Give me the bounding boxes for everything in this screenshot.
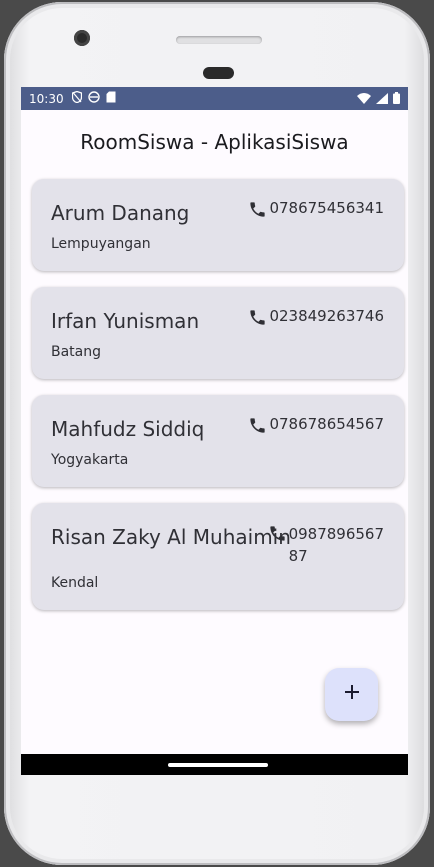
navigation-bar xyxy=(21,754,408,775)
student-phone: 0987896567 87 xyxy=(268,523,384,567)
student-card[interactable]: Arum Danang 078675456341 Lempuyangan xyxy=(32,179,404,271)
student-phone-number: 0987896567 87 xyxy=(289,523,384,567)
student-phone-number: 078675456341 xyxy=(269,199,384,217)
student-name: Irfan Yunisman xyxy=(51,309,200,333)
android-icon xyxy=(87,91,100,106)
student-list: Arum Danang 078675456341 Lempuyangan Irf… xyxy=(32,179,404,626)
battery-icon xyxy=(393,92,400,107)
phone-icon xyxy=(248,416,267,439)
student-city: Lempuyangan xyxy=(51,236,151,252)
app-title: RoomSiswa - AplikasiSiswa xyxy=(80,130,349,154)
student-phone: 078678654567 xyxy=(248,415,384,439)
plus-icon xyxy=(344,685,359,704)
student-phone-number: 078678654567 xyxy=(269,415,384,433)
proximity-sensor xyxy=(203,67,234,79)
student-card[interactable]: Irfan Yunisman 023849263746 Batang xyxy=(32,287,404,379)
phone-icon xyxy=(248,200,267,223)
wifi-icon xyxy=(357,92,371,107)
phone-icon xyxy=(268,524,287,547)
status-time: 10:30 xyxy=(29,91,64,106)
front-camera xyxy=(74,30,90,46)
student-phone-line-1: 0987896567 xyxy=(288,525,384,543)
privacy-icon xyxy=(71,90,82,106)
phone-icon xyxy=(248,308,267,331)
student-name: Risan Zaky Al Muhaimin xyxy=(51,525,291,549)
student-phone-line-2: 87 xyxy=(288,547,308,565)
app-screen: 10:30 RoomSiswa - AplikasiSiswa Arum Dan… xyxy=(21,87,408,775)
add-student-button[interactable] xyxy=(325,668,378,721)
status-bar: 10:30 xyxy=(21,87,408,110)
earpiece-speaker xyxy=(176,36,262,44)
student-name: Arum Danang xyxy=(51,201,190,225)
student-card[interactable]: Risan Zaky Al Muhaimin 0987896567 87 Ken… xyxy=(32,503,404,610)
sd-card-icon xyxy=(106,91,116,106)
student-name: Mahfudz Siddiq xyxy=(51,417,205,441)
student-city: Kendal xyxy=(51,575,99,591)
student-phone: 023849263746 xyxy=(248,307,384,331)
top-app-bar: RoomSiswa - AplikasiSiswa xyxy=(21,110,408,174)
home-gesture-handle[interactable] xyxy=(168,763,268,767)
signal-icon xyxy=(376,92,388,107)
student-city: Yogyakarta xyxy=(51,452,129,468)
student-phone-number: 023849263746 xyxy=(269,307,384,325)
student-card[interactable]: Mahfudz Siddiq 078678654567 Yogyakarta xyxy=(32,395,404,487)
student-city: Batang xyxy=(51,344,102,360)
student-phone: 078675456341 xyxy=(248,199,384,223)
